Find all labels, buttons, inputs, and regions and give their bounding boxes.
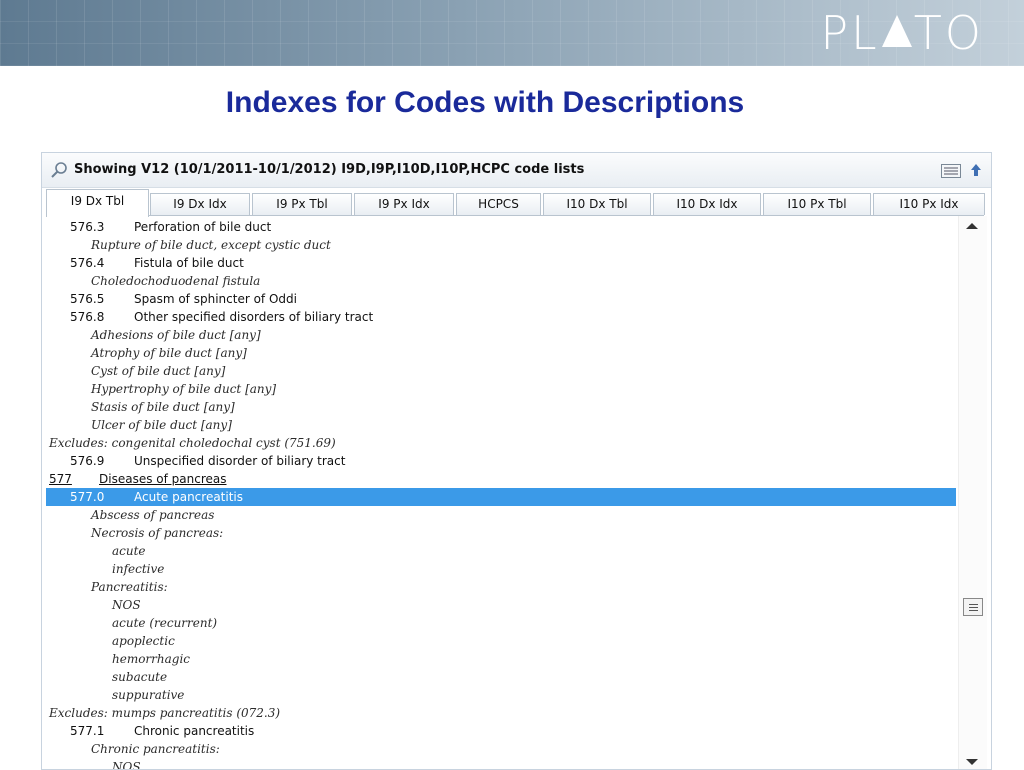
note-text: acute (112, 544, 146, 558)
arrow-up-icon[interactable] (969, 162, 983, 178)
note-row[interactable]: apoplectic (46, 632, 956, 650)
note-text: Abscess of pancreas (91, 508, 215, 522)
note-text: apoplectic (112, 634, 175, 648)
note-text: Excludes: mumps pancreatitis (072.3) (49, 706, 281, 720)
note-row[interactable]: Adhesions of bile duct [any] (46, 326, 956, 344)
note-text: Choledochoduodenal fistula (91, 274, 261, 288)
row-code: 577 (49, 472, 72, 486)
note-row[interactable]: Cyst of bile duct [any] (46, 362, 956, 380)
note-text: Hypertrophy of bile duct [any] (91, 382, 277, 396)
search-icon[interactable] (50, 161, 68, 179)
scroll-up-arrow-icon[interactable] (966, 223, 978, 229)
code-row[interactable]: 576.8 Other specified disorders of biliar… (46, 308, 956, 326)
row-description: Perforation of bile duct (134, 220, 272, 234)
note-text: Pancreatitis: (91, 580, 168, 594)
row-code: 576.8 (70, 310, 105, 324)
row-description: Acute pancreatitis (134, 490, 244, 504)
slide-banner: PL TO (0, 0, 1024, 66)
note-row[interactable]: Chronic pancreatitis: (46, 740, 956, 758)
note-text: Ulcer of bile duct [any] (91, 418, 232, 432)
row-description: Spasm of sphincter of Oddi (134, 292, 297, 306)
code-row[interactable]: 576.3 Perforation of bile duct (46, 218, 956, 236)
note-row[interactable]: suppurative (46, 686, 956, 704)
note-row[interactable]: Pancreatitis: (46, 578, 956, 596)
note-text: hemorrhagic (112, 652, 191, 666)
note-row[interactable]: Hypertrophy of bile duct [any] (46, 380, 956, 398)
tab-hcpcs[interactable]: HCPCS (456, 193, 541, 215)
tab-i9-dx-tbl[interactable]: I9 Dx Tbl (46, 189, 149, 217)
logo-triangle-icon (881, 15, 912, 47)
tab-i10-px-idx[interactable]: I10 Px Idx (873, 193, 985, 215)
note-row[interactable]: NOS (46, 758, 956, 769)
code-list: 576.3 Perforation of bile duct Rupture of … (46, 216, 956, 769)
plato-logo: PL TO (820, 6, 984, 60)
row-code: 576.9 (70, 454, 105, 468)
note-text: Stasis of bile duct [any] (91, 400, 235, 414)
vertical-scrollbar[interactable] (958, 216, 987, 769)
slide-title: Indexes for Codes with Descriptions (225, 86, 745, 119)
note-row[interactable]: Abscess of pancreas (46, 506, 956, 524)
note-row[interactable]: acute (46, 542, 956, 560)
note-row[interactable]: Atrophy of bile duct [any] (46, 344, 956, 362)
scroll-down-arrow-icon[interactable] (966, 759, 978, 765)
tab-i10-px-tbl[interactable]: I10 Px Tbl (763, 193, 871, 215)
note-text: Rupture of bile duct, except cystic duct (91, 238, 331, 252)
note-text: suppurative (112, 688, 185, 702)
note-text: NOS (112, 760, 141, 769)
note-row[interactable]: acute (recurrent) (46, 614, 956, 632)
note-text: Necrosis of pancreas: (91, 526, 224, 540)
tab-i10-dx-tbl[interactable]: I10 Dx Tbl (543, 193, 651, 215)
row-code: 576.4 (70, 256, 105, 270)
code-row[interactable]: 576.9 Unspecified disorder of biliary tra… (46, 452, 956, 470)
note-row[interactable]: subacute (46, 668, 956, 686)
list-menu-icon[interactable] (941, 164, 961, 178)
window-title: Showing V12 (10/1/2011-10/1/2012) I9D,I9… (74, 162, 585, 177)
code-row[interactable]: 577.1 Chronic pancreatitis (46, 722, 956, 740)
note-row[interactable]: infective (46, 560, 956, 578)
note-text: acute (recurrent) (112, 616, 218, 630)
row-code: 577.0 (70, 490, 105, 504)
note-row[interactable]: Rupture of bile duct, except cystic duct (46, 236, 956, 254)
row-description: Fistula of bile duct (134, 256, 244, 270)
row-description: Chronic pancreatitis (134, 724, 255, 738)
note-text: Excludes: congenital choledochal cyst (7… (49, 436, 336, 450)
note-row[interactable]: NOS (46, 596, 956, 614)
code-row[interactable]: 577.0 Acute pancreatitis (46, 488, 956, 506)
row-code: 576.3 (70, 220, 105, 234)
row-description: Unspecified disorder of biliary tract (134, 454, 346, 468)
note-row[interactable]: Necrosis of pancreas: (46, 524, 956, 542)
row-description: Diseases of pancreas (99, 472, 227, 486)
tab-i9-px-idx[interactable]: I9 Px Idx (354, 193, 454, 215)
window-header: Showing V12 (10/1/2011-10/1/2012) I9D,I9… (42, 153, 991, 188)
tab-i9-px-tbl[interactable]: I9 Px Tbl (252, 193, 352, 215)
tab-i9-dx-idx[interactable]: I9 Dx Idx (150, 193, 250, 215)
code-browser-window: Showing V12 (10/1/2011-10/1/2012) I9D,I9… (41, 152, 992, 770)
note-row[interactable]: Choledochoduodenal fistula (46, 272, 956, 290)
note-text: Cyst of bile duct [any] (91, 364, 226, 378)
note-row[interactable]: Stasis of bile duct [any] (46, 398, 956, 416)
code-row[interactable]: 576.4 Fistula of bile duct (46, 254, 956, 272)
tab-strip: I9 Dx Tbl I9 Dx Idx I9 Px Tbl I9 Px Idx … (46, 189, 986, 217)
scroll-thumb[interactable] (963, 598, 983, 616)
note-text: Chronic pancreatitis: (91, 742, 220, 756)
note-row[interactable]: Excludes: mumps pancreatitis (072.3) (46, 704, 956, 722)
note-text: Adhesions of bile duct [any] (91, 328, 261, 342)
note-text: Atrophy of bile duct [any] (91, 346, 247, 360)
row-code: 576.5 (70, 292, 105, 306)
row-description: Other specified disorders of biliary tra… (134, 310, 374, 324)
tab-i10-dx-idx[interactable]: I10 Dx Idx (653, 193, 761, 215)
note-row[interactable]: Ulcer of bile duct [any] (46, 416, 956, 434)
code-row[interactable]: 576.5 Spasm of sphincter of Oddi (46, 290, 956, 308)
note-text: subacute (112, 670, 168, 684)
category-row[interactable]: 577 Diseases of pancreas (46, 470, 956, 488)
row-code: 577.1 (70, 724, 105, 738)
note-text: NOS (112, 598, 141, 612)
note-text: infective (112, 562, 165, 576)
note-row[interactable]: Excludes: congenital choledochal cyst (7… (46, 434, 956, 452)
note-row[interactable]: hemorrhagic (46, 650, 956, 668)
